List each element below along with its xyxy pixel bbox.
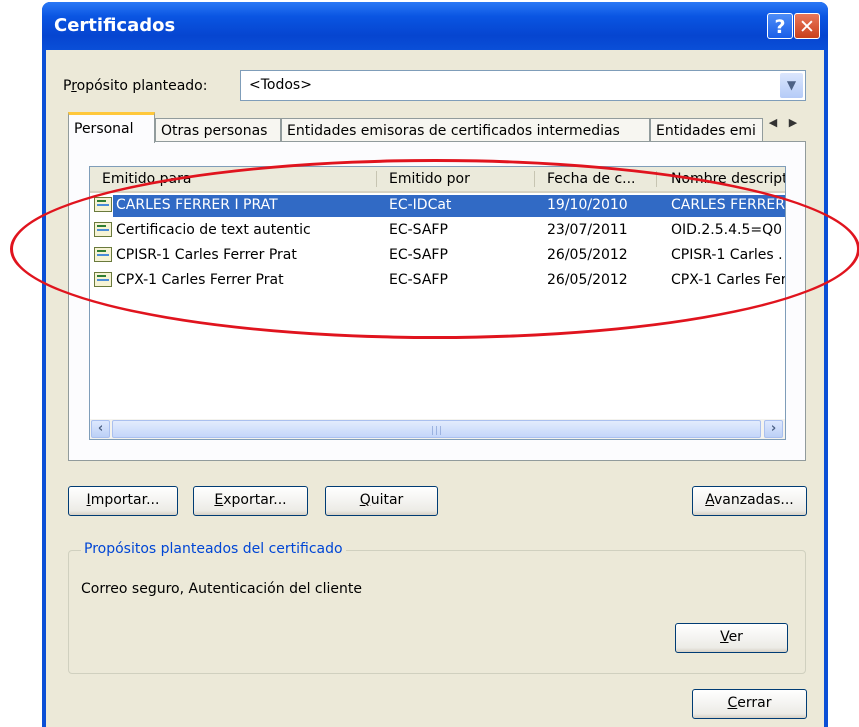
- remove-button[interactable]: Quitar: [325, 486, 438, 516]
- purpose-dropdown[interactable]: <Todos> ▼: [240, 70, 806, 101]
- column-divider[interactable]: [656, 171, 657, 187]
- export-button[interactable]: Exportar...: [193, 486, 308, 516]
- list-header: Emitido para Emitido por Fecha de c... N…: [90, 167, 785, 193]
- help-button[interactable]: ?: [767, 13, 793, 39]
- cell-date: 19/10/2010: [547, 197, 628, 213]
- scroll-right-icon[interactable]: ›: [764, 420, 783, 438]
- certificate-icon: [94, 222, 112, 237]
- tab-personal[interactable]: Personal: [68, 112, 155, 143]
- cell-issued-to: CPISR-1 Carles Ferrer Prat: [116, 247, 297, 263]
- group-title: Propósitos planteados del certificado: [81, 541, 346, 557]
- tab-root-authorities[interactable]: Entidades emi: [650, 118, 763, 142]
- tab-panel-personal: Emitido para Emitido por Fecha de c... N…: [68, 141, 806, 461]
- certificate-icon: [94, 197, 112, 212]
- tab-intermediate-authorities[interactable]: Entidades emisoras de certificados inter…: [281, 118, 650, 142]
- window-title: Certificados: [54, 15, 176, 36]
- cell-issued-to: Certificacio de text autentic: [116, 222, 311, 238]
- cell-friendly-name: OID.2.5.4.5=Q0: [671, 222, 783, 238]
- column-divider[interactable]: [376, 171, 377, 187]
- column-friendly-name[interactable]: Nombre descripti: [671, 171, 785, 187]
- table-row[interactable]: CPISR-1 Carles Ferrer Prat EC-SAFP 26/05…: [90, 244, 785, 269]
- cell-issued-by: EC-SAFP: [389, 222, 448, 238]
- certificate-list[interactable]: Emitido para Emitido por Fecha de c... N…: [89, 166, 786, 440]
- close-window-button[interactable]: ✕: [794, 13, 820, 39]
- table-row[interactable]: CPX-1 Carles Ferrer Prat EC-SAFP 26/05/2…: [90, 269, 785, 294]
- certificate-icon: [94, 272, 112, 287]
- tab-scroll-right-icon[interactable]: ▶: [783, 116, 803, 129]
- table-row[interactable]: Certificacio de text autentic EC-SAFP 23…: [90, 219, 785, 244]
- advanced-button[interactable]: Avanzadas...: [692, 486, 807, 516]
- certificate-purposes-text: Correo seguro, Autenticación del cliente: [81, 581, 362, 597]
- tab-scroll-left-icon[interactable]: ◀: [763, 116, 783, 129]
- import-button[interactable]: Importar...: [68, 486, 178, 516]
- chevron-down-icon[interactable]: ▼: [780, 73, 803, 98]
- purpose-dropdown-value: <Todos>: [249, 77, 312, 93]
- cell-friendly-name: CPX-1 Carles Fer: [671, 272, 785, 288]
- cell-date: 26/05/2012: [547, 272, 628, 288]
- dialog-client: Propósito planteado: <Todos> ▼ Personal …: [46, 50, 824, 727]
- certificate-purposes-group: Propósitos planteados del certificado Co…: [68, 541, 806, 674]
- cell-friendly-name: CPISR-1 Carles .: [671, 247, 783, 263]
- column-issued-to[interactable]: Emitido para: [102, 171, 372, 187]
- close-button[interactable]: Cerrar: [692, 689, 807, 719]
- cell-issued-by: EC-SAFP: [389, 247, 448, 263]
- title-bar[interactable]: Certificados ? ✕: [42, 2, 828, 50]
- cell-issued-to: CARLES FERRER I PRAT: [116, 197, 278, 213]
- cell-issued-by: EC-SAFP: [389, 272, 448, 288]
- tab-other-people[interactable]: Otras personas: [155, 118, 281, 142]
- table-row[interactable]: CARLES FERRER I PRAT EC-IDCat 19/10/2010…: [90, 194, 785, 219]
- view-button[interactable]: Ver: [675, 623, 788, 653]
- scroll-left-icon[interactable]: ‹: [91, 420, 110, 438]
- certificates-window: Certificados ? ✕ Propósito planteado: <T…: [42, 2, 828, 727]
- column-issued-by[interactable]: Emitido por: [389, 171, 529, 187]
- purpose-label: Propósito planteado:: [63, 78, 208, 94]
- cell-issued-to: CPX-1 Carles Ferrer Prat: [116, 272, 284, 288]
- column-expiration-date[interactable]: Fecha de c...: [547, 171, 652, 187]
- cell-date: 26/05/2012: [547, 247, 628, 263]
- horizontal-scrollbar[interactable]: ‹ ||| ›: [90, 419, 785, 439]
- grip-icon: |||: [431, 426, 444, 436]
- tab-scroll-arrows: ◀ ▶: [763, 116, 807, 138]
- column-divider[interactable]: [534, 171, 535, 187]
- scrollbar-thumb[interactable]: |||: [112, 420, 761, 438]
- cell-friendly-name: CARLES FERRER: [671, 197, 785, 213]
- cell-date: 23/07/2011: [547, 222, 628, 238]
- certificate-icon: [94, 247, 112, 262]
- cell-issued-by: EC-IDCat: [389, 197, 452, 213]
